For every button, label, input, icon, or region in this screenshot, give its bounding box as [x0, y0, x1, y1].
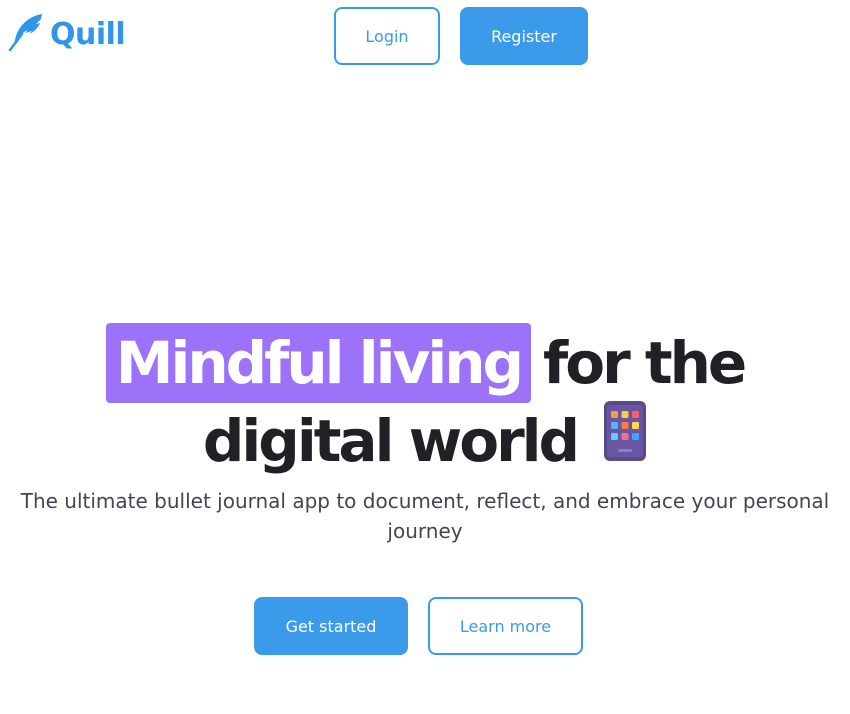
hero-highlight: Mindful living	[105, 323, 532, 403]
hero-subtitle-line-1: The ultimate bullet journal app to docum…	[20, 489, 830, 513]
login-button[interactable]: Login	[334, 7, 440, 65]
learn-more-button[interactable]: Learn more	[428, 597, 583, 655]
hero-subtitle-line-2: journey	[387, 519, 463, 543]
hero-headline-rest: for the	[543, 329, 747, 397]
hero-headline-line-2: digital world	[0, 400, 850, 477]
feather-icon	[6, 12, 46, 56]
landing-page: Quill Login Register Mindful living for t…	[0, 0, 850, 714]
register-button[interactable]: Register	[460, 7, 588, 65]
hero-headline-line-1: Mindful living for the	[0, 323, 850, 403]
tablet-emoji-icon	[603, 400, 647, 478]
hero-headline-line-2-text: digital world	[202, 407, 580, 475]
brand-name: Quill	[50, 16, 126, 52]
hero-subtitle: The ultimate bullet journal app to docum…	[0, 486, 850, 546]
get-started-button[interactable]: Get started	[254, 597, 408, 655]
brand-logo[interactable]: Quill	[6, 12, 126, 56]
